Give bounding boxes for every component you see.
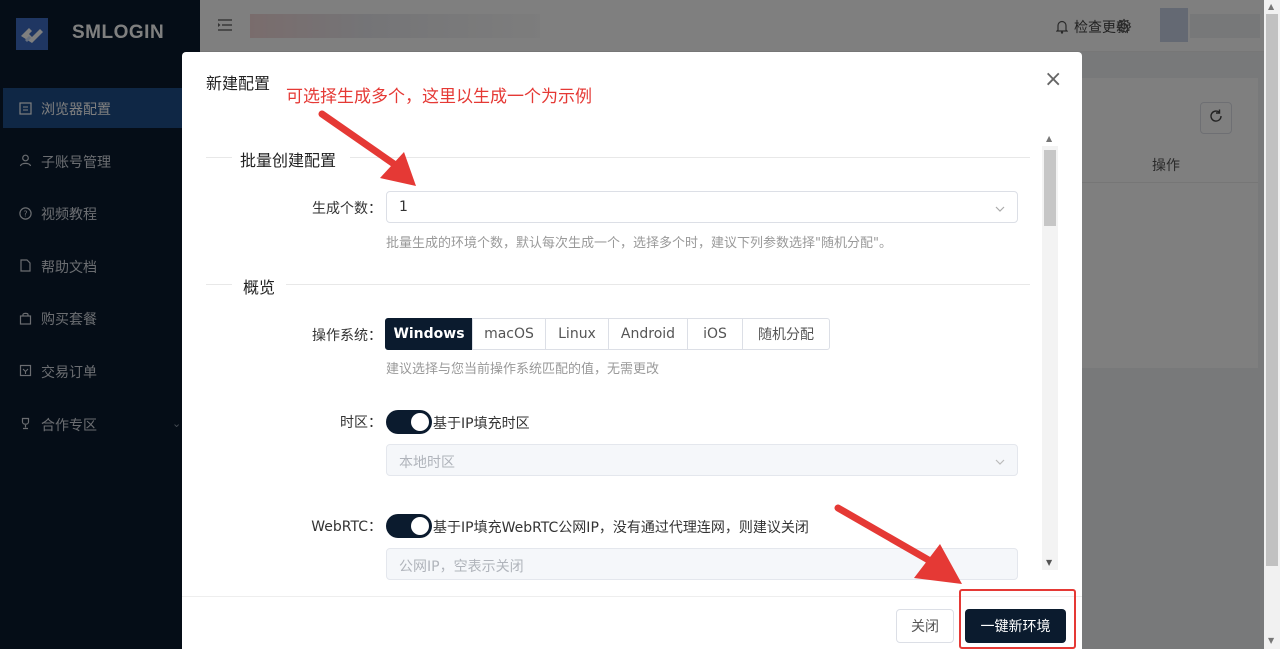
new-config-dialog: 新建配置 可选择生成多个，这里以生成一个为示例 × 批量创建配置 生成个数： 1… — [182, 52, 1082, 649]
os-option-windows[interactable]: Windows — [385, 318, 473, 350]
scrollbar-thumb[interactable] — [1044, 150, 1056, 226]
timezone-select: 本地时区 — [386, 444, 1018, 476]
os-option-random[interactable]: 随机分配 — [742, 318, 830, 350]
scroll-up-arrow-icon[interactable]: ▲ — [1046, 134, 1052, 143]
dialog-scrollbar[interactable]: ▲ ▼ — [1042, 132, 1058, 572]
count-label: 生成个数： — [312, 201, 382, 217]
os-option-macos[interactable]: macOS — [472, 318, 546, 350]
count-select[interactable]: 1 — [386, 191, 1018, 223]
section-divider — [286, 284, 1030, 285]
webrtc-label: WebRTC： — [311, 519, 382, 535]
count-value: 1 — [399, 199, 408, 215]
timezone-label: 时区： — [340, 415, 382, 431]
chevron-down-icon — [995, 202, 1005, 212]
os-option-linux[interactable]: Linux — [545, 318, 609, 350]
dialog-title: 新建配置 — [206, 74, 271, 93]
window-scrollbar[interactable]: ▲ ▼ — [1264, 0, 1280, 649]
scroll-down-arrow-icon[interactable]: ▼ — [1268, 636, 1274, 645]
os-label: 操作系统： — [312, 328, 382, 344]
webrtc-toggle-text: 基于IP填充WebRTC公网IP，没有通过代理连网，则建议关闭 — [433, 520, 809, 536]
dialog-body: 批量创建配置 生成个数： 1 批量生成的环境个数，默认每次生成一个，选择多个时，… — [182, 128, 1082, 596]
highlight-box — [959, 589, 1076, 649]
toggle-knob — [411, 413, 429, 431]
chevron-down-icon — [995, 455, 1005, 465]
section-title-batch: 批量创建配置 — [240, 151, 337, 170]
timezone-placeholder: 本地时区 — [399, 455, 455, 471]
section-title-overview: 概览 — [243, 278, 276, 297]
toggle-knob — [411, 517, 429, 535]
os-option-ios[interactable]: iOS — [687, 318, 743, 350]
section-divider — [350, 157, 1030, 158]
close-button[interactable]: 关闭 — [896, 609, 954, 643]
scroll-up-arrow-icon[interactable]: ▲ — [1268, 2, 1274, 11]
scroll-down-arrow-icon[interactable]: ▼ — [1046, 558, 1052, 567]
count-hint: 批量生成的环境个数，默认每次生成一个，选择多个时，建议下列参数选择"随机分配"。 — [386, 236, 892, 251]
section-divider — [206, 157, 232, 158]
timezone-toggle-text: 基于IP填充时区 — [433, 416, 530, 432]
webrtc-placeholder: 公网IP，空表示关闭 — [399, 559, 524, 575]
os-segmented-control: Windows macOS Linux Android iOS 随机分配 — [385, 318, 830, 350]
timezone-toggle[interactable] — [386, 410, 432, 434]
webrtc-ip-input: 公网IP，空表示关闭 — [386, 548, 1018, 580]
os-option-android[interactable]: Android — [608, 318, 688, 350]
section-divider — [206, 284, 232, 285]
annotation-note: 可选择生成多个，这里以生成一个为示例 — [286, 87, 592, 107]
scrollbar-thumb[interactable] — [1266, 14, 1278, 566]
webrtc-toggle[interactable] — [386, 514, 432, 538]
close-icon[interactable]: × — [1044, 69, 1062, 91]
os-hint: 建议选择与您当前操作系统匹配的值，无需更改 — [386, 362, 660, 377]
